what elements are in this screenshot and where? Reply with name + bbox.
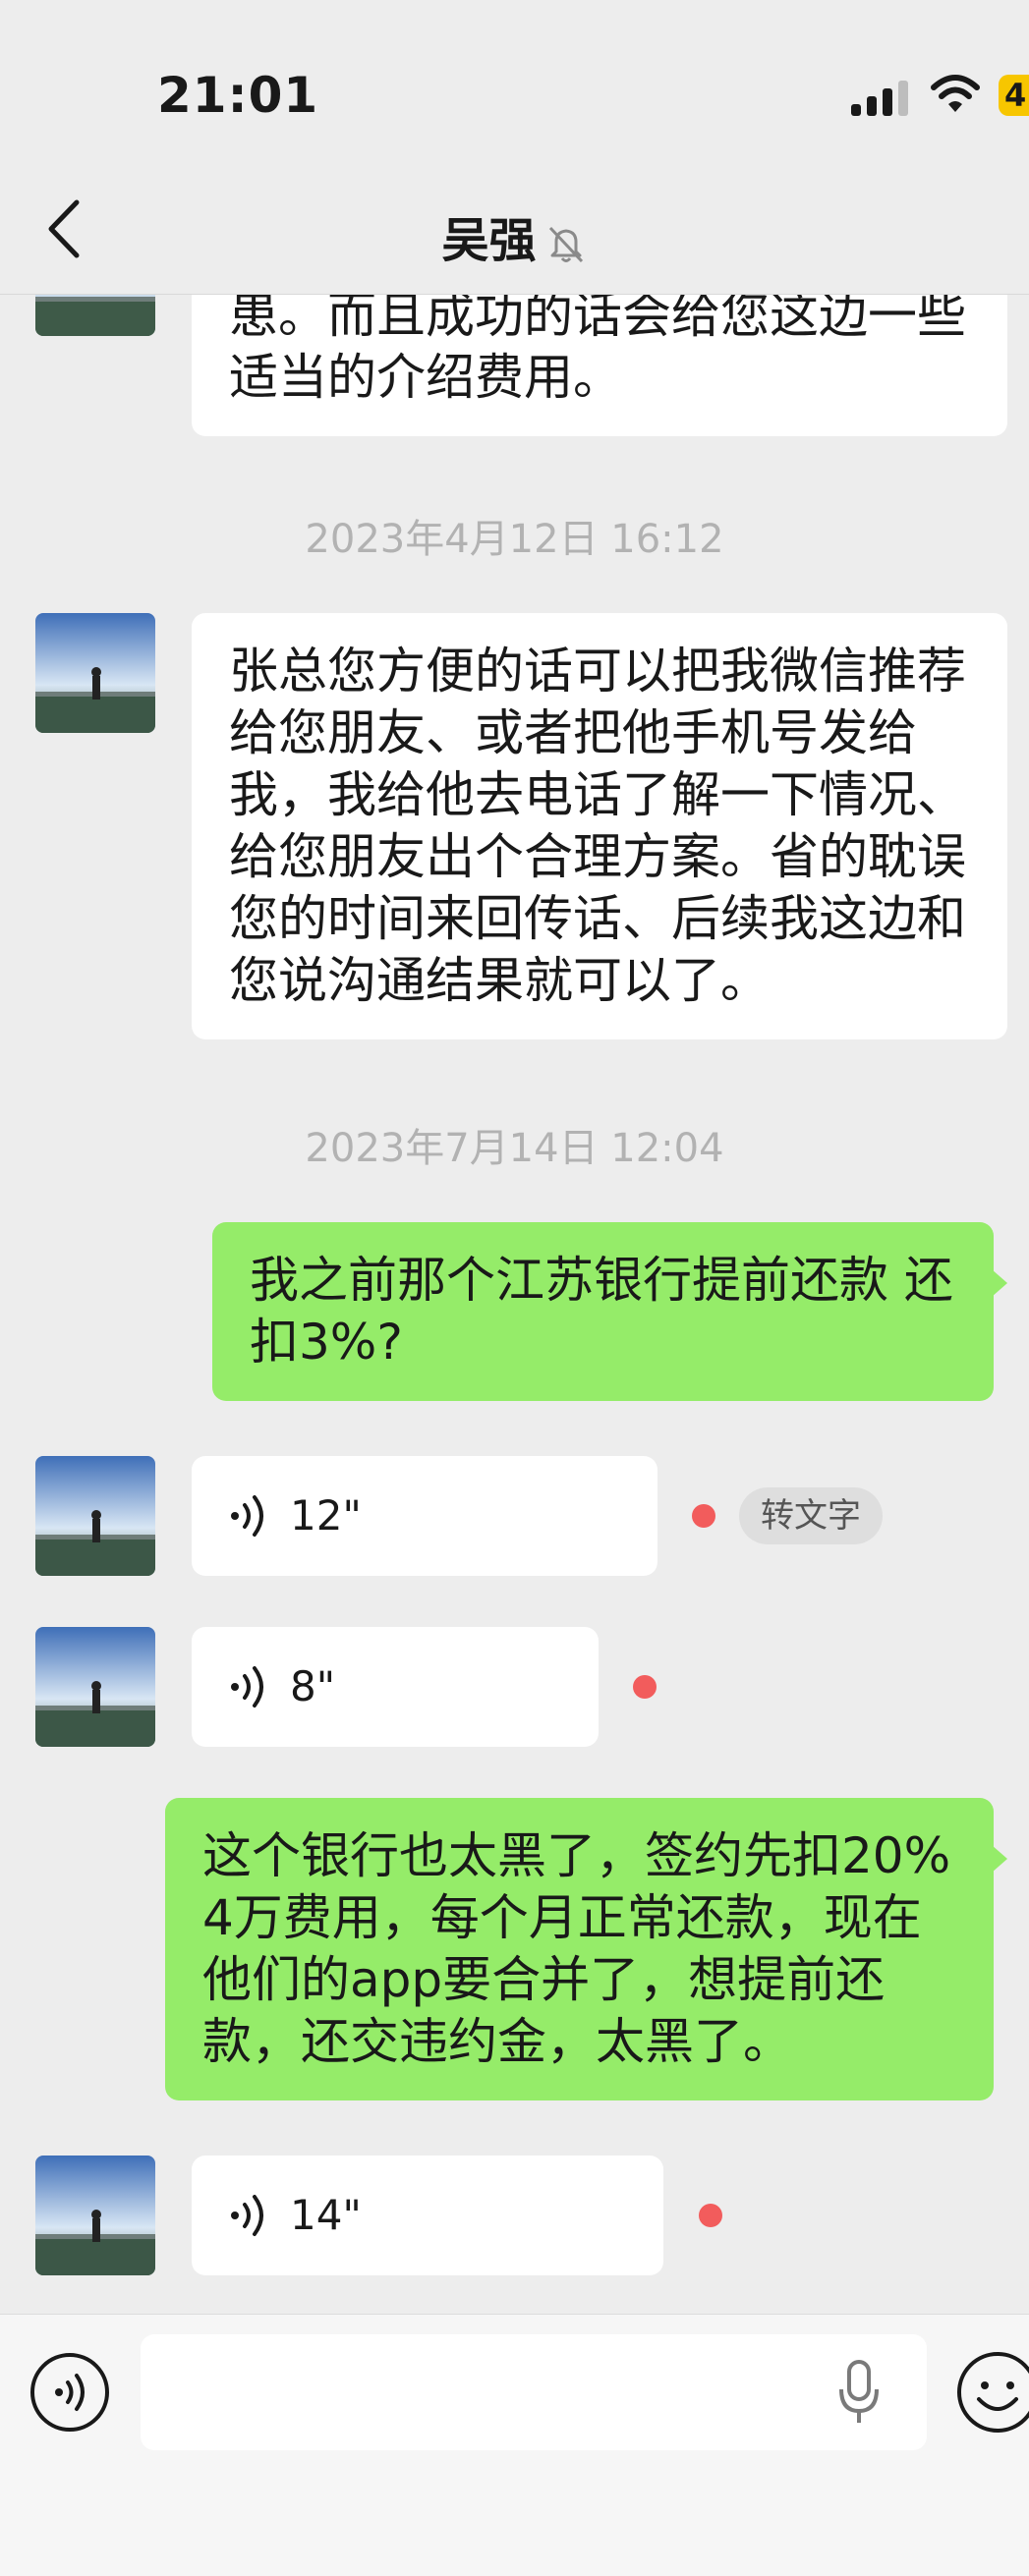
unread-dot <box>692 1504 715 1528</box>
wifi-icon <box>931 75 980 112</box>
top-bar: 21:01 4 吴强 <box>0 0 1029 295</box>
status-time: 21:01 <box>157 67 319 124</box>
avatar-image <box>35 2156 155 2275</box>
message-bubble-incoming[interactable]: 患。而且成功的话会给您这边一些 适当的介绍费用。 <box>192 295 1007 436</box>
voice-message[interactable]: 12" <box>192 1456 657 1576</box>
emoji-icon[interactable] <box>955 2350 1029 2435</box>
convert-to-text-button[interactable]: 转文字 <box>739 1487 883 1544</box>
voice-wave-icon <box>231 2195 263 2236</box>
message-bubble-incoming[interactable]: 张总您方便的话可以把我微信推荐 给您朋友、或者把他手机号发给 我，我给他去电话了… <box>192 613 1007 1039</box>
contact-name: 吴强 <box>441 213 537 268</box>
chat-area[interactable]: 患。而且成功的话会给您这边一些 适当的介绍费用。 2023年4月12日 16:1… <box>0 295 1029 2314</box>
unread-dot <box>699 2204 722 2227</box>
avatar-image <box>35 1627 155 1747</box>
input-bar <box>0 2314 1029 2576</box>
voice-duration: 14" <box>290 2191 362 2239</box>
message-input[interactable] <box>141 2334 927 2450</box>
avatar-image <box>35 613 155 733</box>
chat-title: 吴强 <box>0 201 1029 270</box>
muted-bell-icon <box>548 226 583 263</box>
voice-wave-icon <box>231 1495 263 1537</box>
avatar-image <box>35 1456 155 1576</box>
contact-avatar[interactable] <box>35 295 155 336</box>
unread-dot <box>633 1675 657 1699</box>
voice-input-toggle-icon[interactable] <box>29 2352 110 2433</box>
timestamp: 2023年4月12日 16:12 <box>305 517 724 562</box>
avatar-image <box>35 295 155 336</box>
contact-avatar[interactable] <box>35 2156 155 2275</box>
contact-avatar[interactable] <box>35 1627 155 1747</box>
voice-wave-icon <box>231 1666 263 1708</box>
timestamp: 2023年7月14日 12:04 <box>305 1126 724 1171</box>
voice-message[interactable]: 14" <box>192 2156 663 2275</box>
cellular-signal-icon <box>851 81 908 116</box>
voice-duration: 12" <box>290 1491 362 1540</box>
message-bubble-outgoing[interactable]: 我之前那个江苏银行提前还款 还 扣3%? <box>212 1222 1007 1401</box>
contact-avatar[interactable] <box>35 1456 155 1576</box>
message-bubble-outgoing[interactable]: 这个银行也太黑了，签约先扣20% 4万费用，每个月正常还款，现在 他们的app要… <box>165 1798 1007 2100</box>
microphone-icon[interactable] <box>835 2358 883 2427</box>
contact-avatar[interactable] <box>35 613 155 733</box>
voice-message[interactable]: 8" <box>192 1627 599 1747</box>
voice-duration: 8" <box>290 1662 336 1710</box>
battery-indicator: 4 <box>999 75 1029 116</box>
